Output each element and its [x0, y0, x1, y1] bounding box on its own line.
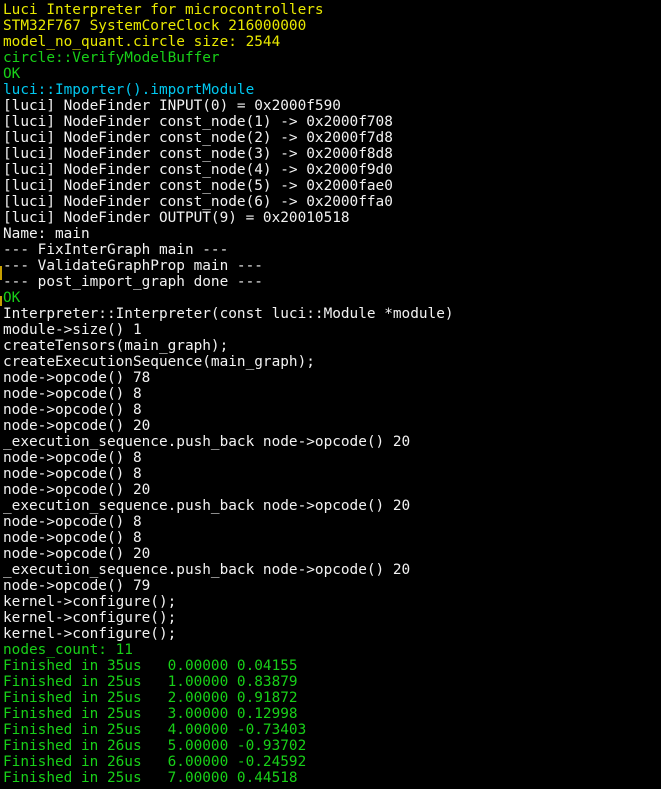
terminal-line: [luci] NodeFinder const_node(1) -> 0x200… — [3, 114, 393, 130]
terminal-line: node->opcode() 20 — [3, 418, 151, 434]
terminal-line: [luci] NodeFinder const_node(6) -> 0x200… — [3, 194, 393, 210]
terminal-line: luci::Importer().importModule — [3, 82, 255, 98]
terminal-line: STM32F767 SystemCoreClock 216000000 — [3, 18, 307, 34]
terminal-line: Interpreter::Interpreter(const luci::Mod… — [3, 306, 454, 322]
terminal-line: node->opcode() 78 — [3, 370, 151, 386]
terminal-line: Finished in 25us 7.00000 0.44518 — [3, 770, 298, 786]
terminal-line: Finished in 35us 0.00000 0.04155 — [3, 658, 298, 674]
terminal-line: --- post_import_graph done --- — [3, 274, 263, 290]
terminal-line: circle::VerifyModelBuffer — [3, 50, 220, 66]
terminal-line: node->opcode() 20 — [3, 546, 151, 562]
terminal-line: [luci] NodeFinder const_node(5) -> 0x200… — [3, 178, 393, 194]
terminal-line: kernel->configure(); — [3, 594, 177, 610]
terminal-line: node->opcode() 8 — [3, 386, 142, 402]
terminal-line: kernel->configure(); — [3, 610, 177, 626]
terminal-line: Finished in 25us 3.00000 0.12998 — [3, 706, 298, 722]
terminal-line: [luci] NodeFinder const_node(3) -> 0x200… — [3, 146, 393, 162]
terminal-line: Finished in 26us 6.00000 -0.24592 — [3, 754, 307, 770]
terminal-line: _execution_sequence.push_back node->opco… — [3, 434, 411, 450]
terminal-line: node->opcode() 8 — [3, 402, 142, 418]
terminal-line: kernel->configure(); — [3, 626, 177, 642]
terminal-line: node->opcode() 8 — [3, 466, 142, 482]
terminal-line: OK — [3, 66, 21, 82]
terminal-line: Name: main — [3, 226, 90, 242]
terminal-line: Finished in 25us 4.00000 -0.73403 — [3, 722, 307, 738]
terminal-line: node->opcode() 20 — [3, 482, 151, 498]
terminal-line: [luci] NodeFinder INPUT(0) = 0x2000f590 — [3, 98, 341, 114]
terminal-output: Luci Interpreter for microcontrollers STM… — [3, 2, 658, 786]
terminal-line: [luci] NodeFinder OUTPUT(9) = 0x20010518 — [3, 210, 350, 226]
terminal-line: node->opcode() 79 — [3, 578, 151, 594]
terminal-line: createExecutionSequence(main_graph); — [3, 354, 315, 370]
terminal-line: model_no_quant.circle size: 2544 — [3, 34, 281, 50]
terminal-line: Finished in 25us 2.00000 0.91872 — [3, 690, 298, 706]
terminal-line: node->opcode() 8 — [3, 450, 142, 466]
terminal-line: --- ValidateGraphProp main --- — [3, 258, 263, 274]
terminal-line: module->size() 1 — [3, 322, 142, 338]
terminal-line: Finished in 26us 5.00000 -0.93702 — [3, 738, 307, 754]
terminal-line: Finished in 25us 1.00000 0.83879 — [3, 674, 298, 690]
terminal-line: node->opcode() 8 — [3, 514, 142, 530]
terminal-window[interactable]: Luci Interpreter for microcontrollers STM… — [0, 0, 661, 789]
margin-marker — [0, 296, 2, 306]
terminal-line: Luci Interpreter for microcontrollers — [3, 2, 324, 18]
terminal-line: _execution_sequence.push_back node->opco… — [3, 498, 411, 514]
terminal-line: createTensors(main_graph); — [3, 338, 229, 354]
terminal-line: _execution_sequence.push_back node->opco… — [3, 562, 411, 578]
terminal-line: [luci] NodeFinder const_node(4) -> 0x200… — [3, 162, 393, 178]
terminal-line: --- FixInterGraph main --- — [3, 242, 229, 258]
terminal-line: [luci] NodeFinder const_node(2) -> 0x200… — [3, 130, 393, 146]
terminal-line: OK — [3, 290, 21, 306]
terminal-line: nodes_count: 11 — [3, 642, 133, 658]
terminal-line: node->opcode() 8 — [3, 530, 142, 546]
margin-marker — [0, 266, 2, 280]
